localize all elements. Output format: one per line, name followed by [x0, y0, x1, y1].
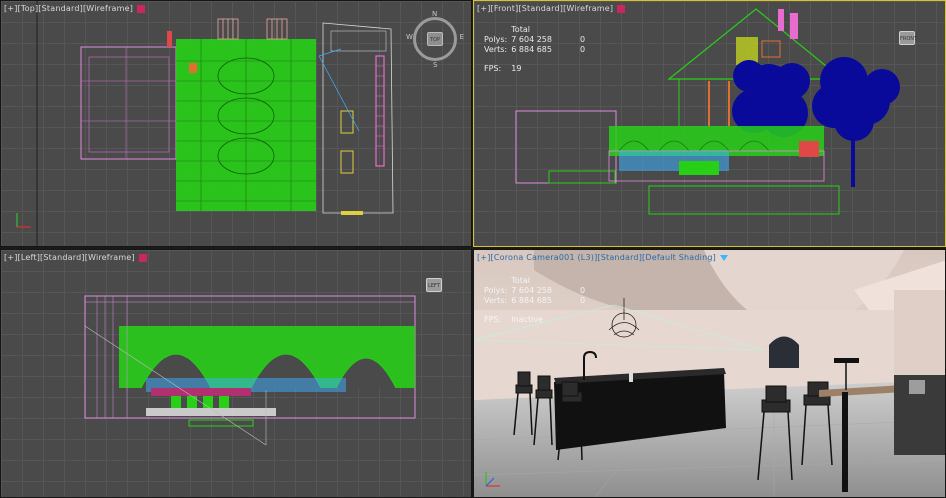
compass-e: E: [459, 33, 464, 41]
stats-polys-value: 7 604 258: [511, 286, 552, 295]
statistics-overlay: Total Polys: 7 604 258 0 Verts: 6 884 68…: [484, 25, 589, 74]
viewport-left[interactable]: [+] [Left] [Standard] [Wireframe] LEFT: [0, 249, 472, 498]
viewport-point-of-view[interactable]: [Front]: [491, 4, 519, 13]
stats-verts-value: 6 884 685: [511, 296, 552, 305]
stats-polys-label: Polys:: [484, 286, 508, 295]
viewport-point-of-view[interactable]: [Top]: [18, 4, 39, 13]
viewport-camera[interactable]: [+] [Corona Camera001 (L3)] [Standard] […: [473, 249, 946, 498]
viewport-shading-mode[interactable]: [Default Shading]: [642, 253, 716, 262]
filter-icon[interactable]: [719, 254, 728, 261]
stats-polys-sel: 0: [579, 35, 586, 44]
stats-verts-sel: 0: [579, 296, 586, 305]
stats-header: Total: [511, 276, 530, 285]
left-wireframe-drawing: [84, 295, 416, 446]
viewport-shading-standard[interactable]: [Standard]: [38, 4, 83, 13]
stats-verts-value: 6 884 685: [511, 45, 552, 54]
viewport-shading-mode[interactable]: [Wireframe]: [83, 4, 133, 13]
viewport-point-of-view[interactable]: [Left]: [18, 253, 41, 262]
viewport-shading-standard[interactable]: [Standard]: [40, 253, 85, 262]
corona-badge-icon[interactable]: [138, 253, 147, 262]
corona-badge-icon[interactable]: [137, 4, 146, 13]
viewcube[interactable]: FRONT: [899, 31, 917, 45]
viewport-top[interactable]: [+] [Top] [Standard] [Wireframe] N S W E…: [0, 0, 472, 247]
viewport-shading-mode[interactable]: [Wireframe]: [85, 253, 135, 262]
viewport-label-front: [+] [Front] [Standard] [Wireframe]: [477, 4, 626, 13]
stats-verts-label: Verts:: [484, 45, 508, 54]
axis-tripod-icon: [16, 213, 31, 228]
viewport-front[interactable]: [+] [Front] [Standard] [Wireframe] Total…: [473, 0, 946, 247]
stats-polys-sel: 0: [579, 286, 586, 295]
viewport-label-top: [+] [Top] [Standard] [Wireframe]: [4, 4, 146, 13]
viewport-point-of-view[interactable]: [Corona Camera001 (L3)]: [491, 253, 598, 262]
stats-verts-label: Verts:: [484, 296, 508, 305]
viewport-menu-plus[interactable]: [+]: [477, 4, 491, 13]
stats-fps-value: 19: [511, 64, 522, 73]
stats-fps-value: Inactive: [511, 315, 544, 324]
viewcube[interactable]: TOP: [427, 32, 443, 46]
viewport-shading-mode[interactable]: [Wireframe]: [563, 4, 613, 13]
stats-fps-label: FPS:: [484, 315, 502, 324]
viewport-menu-plus[interactable]: [+]: [477, 253, 491, 262]
viewport-menu-plus[interactable]: [+]: [4, 253, 18, 262]
top-wireframe-drawing: [36, 1, 394, 246]
compass-w: W: [406, 33, 413, 41]
stats-verts-sel: 0: [579, 45, 586, 54]
stats-polys-value: 7 604 258: [511, 35, 552, 44]
viewcube[interactable]: LEFT: [426, 278, 442, 292]
corona-badge-icon[interactable]: [617, 4, 626, 13]
viewcube-compass[interactable]: N S W E TOP: [406, 10, 464, 69]
compass-n: N: [432, 10, 438, 18]
stats-header: Total: [511, 25, 530, 34]
axis-tripod-icon: [485, 472, 500, 487]
stats-polys-label: Polys:: [484, 35, 508, 44]
viewport-label-left: [+] [Left] [Standard] [Wireframe]: [4, 253, 147, 262]
stats-fps-label: FPS:: [484, 64, 502, 73]
viewport-shading-standard[interactable]: [Standard]: [597, 253, 642, 262]
viewport-shading-standard[interactable]: [Standard]: [518, 4, 563, 13]
viewport-label-camera: [+] [Corona Camera001 (L3)] [Standard] […: [477, 253, 728, 262]
viewport-menu-plus[interactable]: [+]: [4, 4, 18, 13]
compass-s: S: [433, 61, 438, 69]
statistics-overlay: Total Polys: 7 604 258 0 Verts: 6 884 68…: [484, 276, 589, 325]
